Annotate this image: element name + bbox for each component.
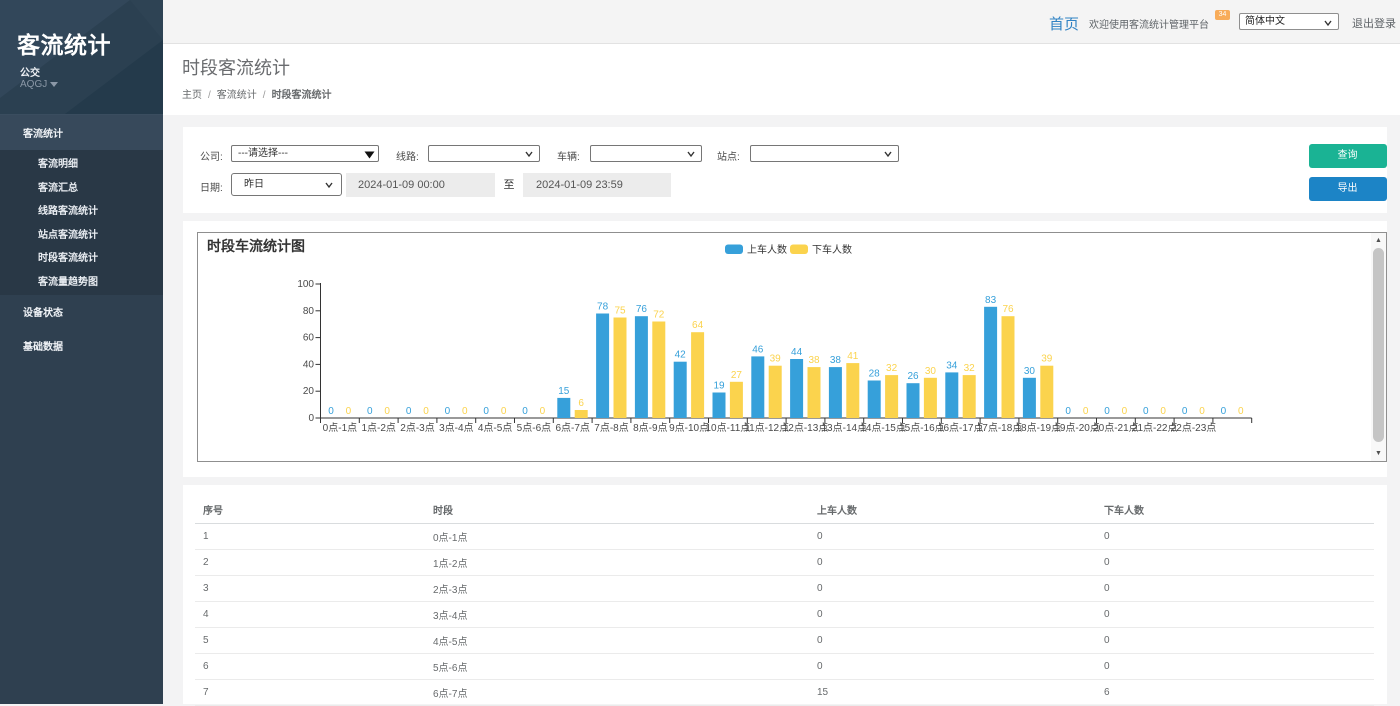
svg-text:30: 30 [1024,366,1036,377]
svg-text:时段车流统计图: 时段车流统计图 [207,238,305,254]
svg-text:27: 27 [731,370,743,381]
svg-text:4点-5点: 4点-5点 [478,422,512,434]
svg-text:30: 30 [925,366,937,377]
svg-text:100: 100 [297,279,314,290]
svg-text:0: 0 [445,406,451,417]
svg-text:41: 41 [847,351,859,362]
svg-text:0: 0 [328,406,334,417]
svg-text:1点-2点: 1点-2点 [361,422,395,434]
svg-text:46: 46 [752,344,764,355]
svg-text:0: 0 [462,406,468,417]
svg-text:0: 0 [483,406,489,417]
svg-text:0: 0 [1199,406,1205,417]
svg-text:42: 42 [675,350,687,361]
svg-text:0: 0 [384,406,390,417]
svg-text:39: 39 [1041,354,1053,365]
svg-text:76: 76 [636,304,648,315]
svg-text:0: 0 [540,406,546,417]
svg-text:0: 0 [423,406,429,417]
svg-text:22点-23点: 22点-23点 [1171,422,1217,434]
svg-text:0: 0 [1160,406,1166,417]
svg-text:44: 44 [791,347,803,358]
svg-text:6: 6 [578,398,584,409]
svg-text:0: 0 [1083,406,1089,417]
svg-text:0: 0 [522,406,528,417]
svg-text:32: 32 [964,363,976,374]
svg-text:0点-1点: 0点-1点 [323,422,357,434]
svg-text:0: 0 [406,406,412,417]
svg-text:8点-9点: 8点-9点 [633,422,667,434]
svg-text:0: 0 [1104,406,1110,417]
svg-text:15: 15 [558,386,570,397]
svg-text:20: 20 [303,386,315,397]
svg-text:0: 0 [1065,406,1071,417]
svg-text:80: 80 [303,306,315,317]
svg-text:32: 32 [886,363,898,374]
svg-text:26: 26 [907,371,919,382]
svg-text:9点-10点: 9点-10点 [669,422,709,434]
svg-text:38: 38 [830,355,842,366]
svg-text:34: 34 [946,360,958,371]
svg-text:0: 0 [1221,406,1227,417]
svg-text:78: 78 [597,302,609,313]
svg-text:2点-3点: 2点-3点 [400,422,434,434]
svg-text:64: 64 [692,320,704,331]
svg-text:5点-6点: 5点-6点 [517,422,551,434]
svg-text:0: 0 [1122,406,1128,417]
svg-text:38: 38 [808,355,820,366]
svg-text:40: 40 [303,359,315,370]
svg-text:0: 0 [501,406,507,417]
svg-text:0: 0 [1143,406,1149,417]
svg-text:0: 0 [1238,406,1244,417]
svg-text:3点-4点: 3点-4点 [439,422,473,434]
svg-text:76: 76 [1002,304,1014,315]
svg-text:83: 83 [985,295,997,306]
svg-text:28: 28 [869,369,881,380]
svg-text:0: 0 [308,413,314,424]
svg-text:19: 19 [713,381,725,392]
svg-text:7点-8点: 7点-8点 [594,422,628,434]
svg-text:75: 75 [614,306,626,317]
svg-text:0: 0 [367,406,373,417]
svg-text:39: 39 [770,354,782,365]
svg-text:下车人数: 下车人数 [812,243,852,256]
svg-text:0: 0 [346,406,352,417]
svg-text:6点-7点: 6点-7点 [555,422,589,434]
svg-text:0: 0 [1182,406,1188,417]
svg-text:72: 72 [653,310,665,321]
svg-text:上车人数: 上车人数 [747,243,787,256]
svg-text:60: 60 [303,333,315,344]
